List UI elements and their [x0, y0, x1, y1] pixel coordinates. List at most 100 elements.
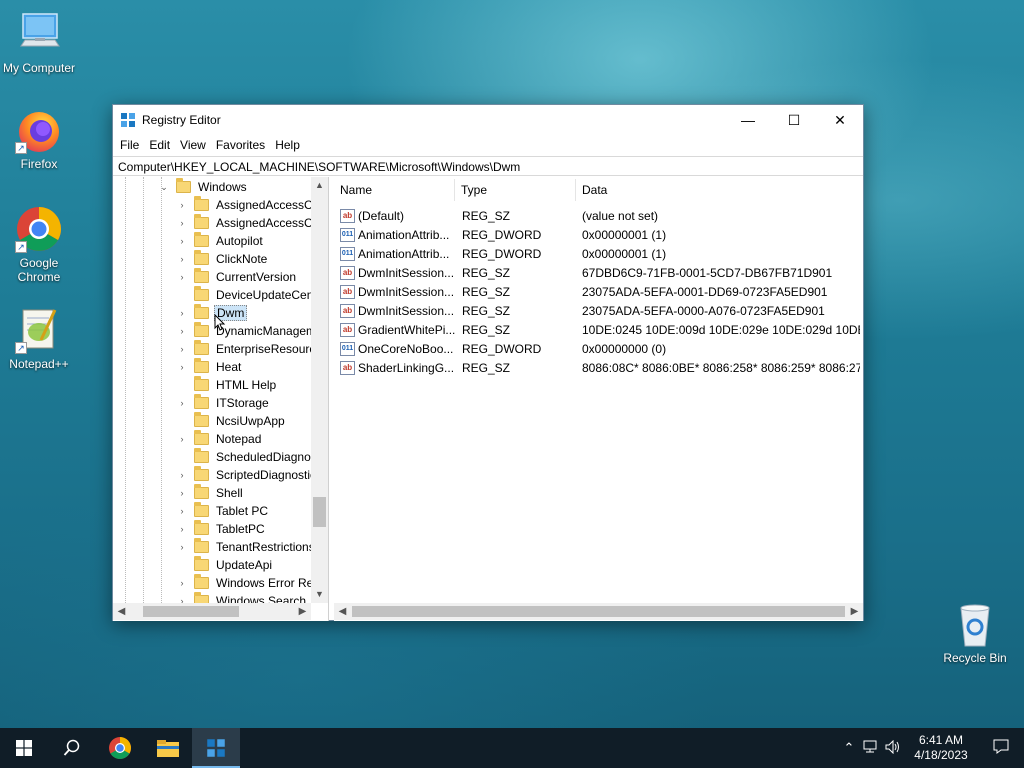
address-bar[interactable]: Computer\HKEY_LOCAL_MACHINE\SOFTWARE\Mic… — [113, 156, 863, 176]
column-header-name[interactable]: Name — [334, 177, 454, 203]
tree-item[interactable]: › CurrentVersion — [176, 268, 298, 286]
chevron-right-icon[interactable]: › — [176, 578, 188, 588]
start-button[interactable] — [0, 728, 48, 768]
scroll-right-arrow-icon[interactable]: ▶ — [294, 603, 311, 620]
tree-item[interactable]: ScheduledDiagnost — [176, 448, 311, 466]
desktop-icon-label: Google Chrome — [17, 256, 61, 284]
tree-item[interactable]: › TenantRestrictions — [176, 538, 311, 556]
scroll-thumb[interactable] — [143, 606, 239, 617]
tree-item[interactable]: DeviceUpdateCente — [176, 286, 311, 304]
menu-help[interactable]: Help — [270, 138, 305, 152]
column-header-data[interactable]: Data — [576, 177, 856, 203]
menu-edit[interactable]: Edit — [144, 138, 175, 152]
tree-item[interactable]: HTML Help — [176, 376, 278, 394]
desktop-icon-notepadpp[interactable]: ↗ Notepad++ — [1, 306, 77, 371]
menu-view[interactable]: View — [175, 138, 211, 152]
clock[interactable]: 6:41 AM 4/18/2023 — [904, 733, 978, 763]
chevron-right-icon[interactable]: › — [176, 506, 188, 516]
value-name: DwmInitSession... — [358, 285, 455, 299]
title-bar[interactable]: Registry Editor — ☐ ✕ — [113, 105, 863, 135]
tree-horizontal-scrollbar[interactable]: ◀ ▶ — [113, 603, 311, 620]
close-button[interactable]: ✕ — [817, 105, 863, 135]
value-row[interactable]: 011 AnimationAttrib... REG_DWORD 0x00000001… — [334, 245, 863, 264]
chevron-right-icon[interactable]: › — [176, 524, 188, 534]
taskbar-registry-editor[interactable] — [192, 728, 240, 768]
tree-item[interactable]: UpdateApi — [176, 556, 274, 574]
scroll-thumb[interactable] — [352, 606, 845, 617]
scroll-right-arrow-icon[interactable]: ▶ — [846, 603, 863, 620]
tree-item[interactable]: › AssignedAccessCsp — [176, 214, 311, 232]
tree-item[interactable]: › Dwm — [176, 304, 248, 322]
minimize-icon: — — [741, 112, 755, 128]
tree-item[interactable]: › ScriptedDiagnostic — [176, 466, 311, 484]
value-row[interactable]: 011 OneCoreNoBoo... REG_DWORD 0x00000000 (0… — [334, 340, 863, 359]
chevron-right-icon[interactable]: › — [176, 596, 188, 603]
search-button[interactable] — [48, 728, 96, 768]
tree-item[interactable]: › Notepad — [176, 430, 263, 448]
tree-guide-line — [125, 177, 126, 603]
folder-icon — [194, 538, 209, 553]
desktop-icon-my-computer[interactable]: My Computer — [1, 10, 77, 75]
chevron-right-icon[interactable]: › — [176, 344, 188, 354]
value-row[interactable]: 011 AnimationAttrib... REG_DWORD 0x00000001… — [334, 226, 863, 245]
chevron-right-icon[interactable]: › — [176, 434, 188, 444]
value-data: 23075ADA-5EFA-0001-DD69-0723FA5ED901 — [582, 285, 828, 299]
scroll-down-arrow-icon[interactable]: ▼ — [311, 586, 328, 603]
tree-item[interactable]: NcsiUwpApp — [176, 412, 287, 430]
desktop-icon-recycle-bin[interactable]: Recycle Bin — [940, 602, 1010, 665]
tree-item[interactable]: › Windows Error Rep — [176, 574, 311, 592]
chevron-right-icon[interactable]: › — [176, 542, 188, 552]
tree-item[interactable]: › TabletPC — [176, 520, 267, 538]
chevron-right-icon[interactable]: › — [176, 326, 188, 336]
chevron-right-icon[interactable]: › — [176, 236, 188, 246]
chevron-right-icon[interactable]: › — [176, 488, 188, 498]
chevron-right-icon[interactable]: › — [176, 398, 188, 408]
maximize-button[interactable]: ☐ — [771, 105, 817, 135]
scroll-left-arrow-icon[interactable]: ◀ — [334, 603, 351, 620]
desktop-icon-firefox[interactable]: ↗ Firefox — [1, 106, 77, 171]
tree-item[interactable]: › Autopilot — [176, 232, 265, 250]
tree-item[interactable]: › ITStorage — [176, 394, 271, 412]
tree-item[interactable]: › Windows Search — [176, 592, 308, 603]
tree-vertical-scrollbar[interactable]: ▲ ▼ — [311, 177, 328, 603]
menu-favorites[interactable]: Favorites — [211, 138, 270, 152]
menu-file[interactable]: File — [115, 138, 144, 152]
values-horizontal-scrollbar[interactable]: ◀ ▶ — [334, 603, 863, 620]
desktop-icon-chrome[interactable]: ↗ Google Chrome — [1, 205, 77, 284]
column-header-type[interactable]: Type — [455, 177, 575, 203]
tree-item[interactable]: › DynamicManagem — [176, 322, 311, 340]
scroll-up-arrow-icon[interactable]: ▲ — [311, 177, 328, 194]
tree-item[interactable]: › EnterpriseResource — [176, 340, 311, 358]
chevron-right-icon[interactable]: › — [176, 362, 188, 372]
value-row[interactable]: ab DwmInitSession... REG_SZ 23075ADA-5EFA-0… — [334, 283, 863, 302]
tree-item[interactable]: › ClickNote — [176, 250, 269, 268]
scroll-thumb[interactable] — [313, 497, 326, 527]
tree-item[interactable]: › Heat — [176, 358, 243, 376]
tree-item-label: ClickNote — [216, 252, 268, 266]
value-type: REG_SZ — [462, 304, 511, 318]
value-row[interactable]: ab (Default) REG_SZ (value not set) — [334, 207, 863, 226]
taskbar-file-explorer[interactable] — [144, 728, 192, 768]
network-icon[interactable] — [860, 740, 882, 757]
chevron-right-icon[interactable]: › — [176, 218, 188, 228]
tree-item[interactable]: › Shell — [176, 484, 245, 502]
value-row[interactable]: ab DwmInitSession... REG_SZ 23075ADA-5EFA-0… — [334, 302, 863, 321]
chevron-right-icon[interactable]: › — [176, 254, 188, 264]
value-row[interactable]: ab DwmInitSession... REG_SZ 67DBD6C9-71FB-0… — [334, 264, 863, 283]
notification-center-icon[interactable] — [978, 738, 1024, 758]
volume-icon[interactable] — [882, 739, 904, 757]
chevron-right-icon[interactable]: › — [176, 470, 188, 480]
scroll-left-arrow-icon[interactable]: ◀ — [113, 603, 130, 620]
value-row[interactable]: ab GradientWhitePi... REG_SZ 10DE:0245 10DE… — [334, 321, 863, 340]
tree-item-windows[interactable]: ⌄ Windows — [158, 178, 249, 196]
chevron-right-icon[interactable]: › — [176, 308, 188, 318]
tree-item[interactable]: › Tablet PC — [176, 502, 270, 520]
chevron-up-icon[interactable]: ⌃ — [838, 740, 860, 756]
minimize-button[interactable]: — — [725, 105, 771, 135]
chevron-right-icon[interactable]: › — [176, 200, 188, 210]
chevron-down-icon[interactable]: ⌄ — [158, 182, 170, 193]
chevron-right-icon[interactable]: › — [176, 272, 188, 282]
taskbar-chrome[interactable] — [96, 728, 144, 768]
value-row[interactable]: ab ShaderLinkingG... REG_SZ 8086:08C* 8086:… — [334, 359, 863, 378]
tree-item[interactable]: › AssignedAccessCo — [176, 196, 311, 214]
